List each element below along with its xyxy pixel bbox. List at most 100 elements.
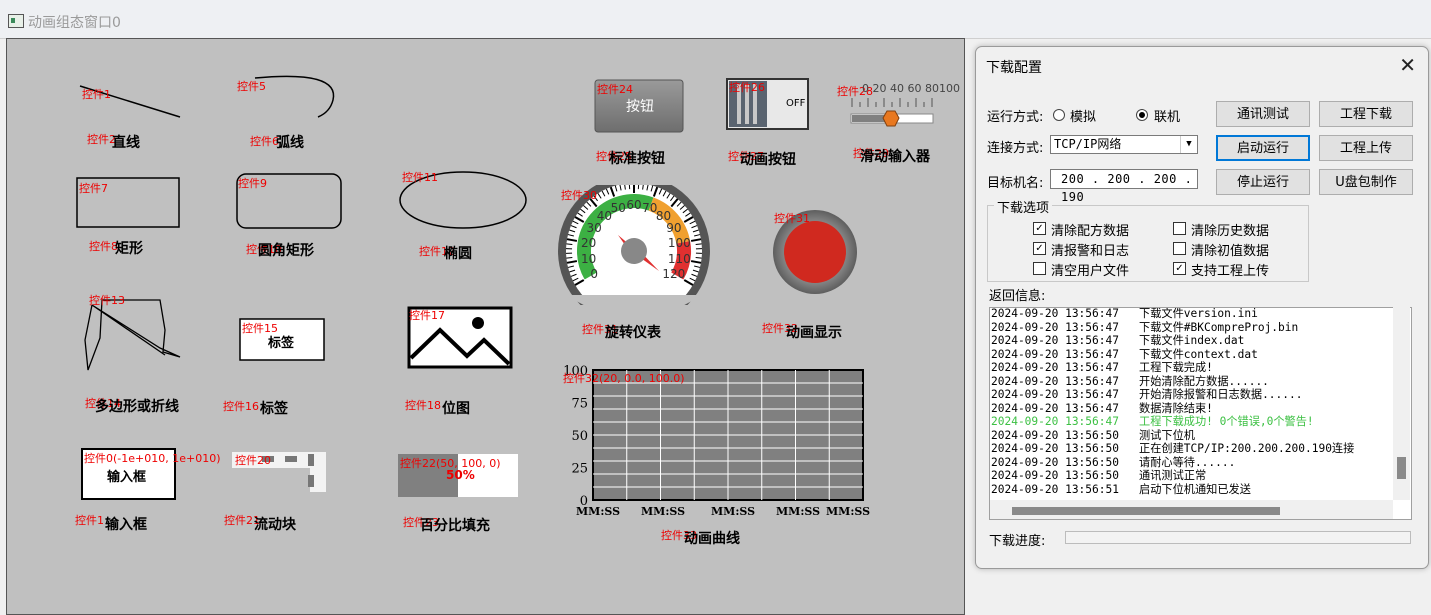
trend-caption: 动画曲线 <box>684 531 740 547</box>
trend-y-tick-label: 75 <box>571 397 588 412</box>
download-options-title: 下载选项 <box>994 197 1053 216</box>
trend-x-tick-label: MM:SS <box>641 505 685 518</box>
slider-tick-labels: 0 20 40 60 80100 <box>862 82 960 95</box>
slider-thumb[interactable] <box>882 110 900 127</box>
rect-caption: 矩形 <box>115 241 143 257</box>
ellipse-caption: 椭圆 <box>444 246 472 262</box>
log-row: 2024-09-20 13:56:50 通讯测试正常 <box>991 469 1206 483</box>
arc-shape[interactable] <box>254 75 335 118</box>
dialog-title: 下载配置 <box>986 60 1042 76</box>
radio-online[interactable] <box>1136 109 1148 121</box>
target-ip-input[interactable]: 200 . 200 . 200 . 190 <box>1050 169 1198 204</box>
log-row: 2024-09-20 13:56:47 下载文件index.dat <box>991 334 1244 348</box>
comm-test-button[interactable]: 通讯测试 <box>1216 101 1310 127</box>
option-checkbox[interactable] <box>1033 262 1046 275</box>
log-row: 2024-09-20 13:56:50 正在创建TCP/IP:200.200.20… <box>991 442 1354 456</box>
chevron-down-icon[interactable]: ▼ <box>1180 136 1197 153</box>
log-time: 2024-09-20 13:56:47 <box>991 401 1119 415</box>
log-horizontal-scroll-thumb[interactable] <box>1012 507 1280 515</box>
option-checkbox[interactable] <box>1173 222 1186 235</box>
project-download-button[interactable]: 工程下载 <box>1319 101 1413 127</box>
input-caption: 输入框 <box>105 517 147 533</box>
std-button-caption: 标准按钮 <box>609 151 665 167</box>
log-time: 2024-09-20 13:56:47 <box>991 320 1119 334</box>
gauge-tick-label: 90 <box>666 221 681 235</box>
slider-ticks <box>851 98 933 107</box>
return-info-log[interactable]: 2024-09-20 13:56:47 下载文件version.ini 2024-0… <box>989 307 1412 520</box>
trend-x-tick-label: MM:SS <box>826 505 870 518</box>
log-row: 2024-09-20 13:56:47 下载文件context.dat <box>991 348 1258 362</box>
polygon-caption: 多边形或折线 <box>95 399 179 415</box>
trend-chart[interactable]: 0255075100 MM:SS MM:SS MM:SS MM:SS MM:SS <box>555 365 875 525</box>
log-row: 2024-09-20 13:56:47 下载文件version.ini <box>991 307 1258 321</box>
log-message: 开始清除报警和日志数据...... <box>1139 388 1303 401</box>
log-row: 2024-09-20 13:56:47 工程下载成功! 0个错误,0个警告! <box>991 415 1314 429</box>
tag-control-id: 控件16 <box>223 400 259 413</box>
project-upload-button[interactable]: 工程上传 <box>1319 135 1413 161</box>
anim-button-caption: 动画按钮 <box>740 152 796 168</box>
log-row: 2024-09-20 13:56:47 开始清除报警和日志数据...... <box>991 388 1302 402</box>
gauge-tick <box>566 243 573 246</box>
anim-button-control-label: 控件26 <box>729 81 765 94</box>
close-icon[interactable]: ✕ <box>1399 53 1416 77</box>
option-checkbox[interactable]: ✓ <box>1033 222 1046 235</box>
radio-online-label[interactable]: 联机 <box>1154 106 1180 125</box>
progress-label: 下载进度: <box>989 534 1046 549</box>
log-time: 2024-09-20 13:56:47 <box>991 361 1119 374</box>
lamp-light[interactable] <box>784 221 846 283</box>
option-label[interactable]: 支持工程上传 <box>1191 260 1269 279</box>
gauge-tick-label: 60 <box>626 198 641 212</box>
bitmap-sun <box>472 317 484 329</box>
option-label[interactable]: 清除历史数据 <box>1191 220 1269 239</box>
log-time: 2024-09-20 13:56:50 <box>991 442 1119 455</box>
start-run-button[interactable]: 启动运行 <box>1216 135 1310 161</box>
tag-text: 标签 <box>268 336 295 351</box>
rounded-rect-control-label: 控件9 <box>238 177 267 190</box>
conn-select[interactable]: TCP/IP网络 ▼ <box>1050 135 1198 154</box>
conn-label: 连接方式: <box>987 141 1044 156</box>
rotary-gauge[interactable]: 01020304050 60 708090100110120 <box>555 185 715 315</box>
run-mode-label: 运行方式: <box>987 110 1044 125</box>
option-checkbox[interactable]: ✓ <box>1173 262 1186 275</box>
radio-simulate-label[interactable]: 模拟 <box>1070 106 1096 125</box>
log-time: 2024-09-20 13:56:47 <box>991 307 1119 320</box>
log-time: 2024-09-20 13:56:50 <box>991 455 1119 469</box>
line-caption: 直线 <box>112 135 140 151</box>
gauge-tick-label: 50 <box>611 201 626 215</box>
polyline-shape[interactable] <box>84 299 181 371</box>
download-progress-bar <box>1065 531 1411 544</box>
log-message: 请耐心等待...... <box>1139 455 1236 469</box>
log-row: 2024-09-20 13:56:47 工程下载完成! <box>991 361 1213 375</box>
log-row: 2024-09-20 13:56:47 下载文件#BKCompreProj.bin <box>991 321 1298 335</box>
arc-control-id: 控件6 <box>250 135 279 148</box>
stop-run-button[interactable]: 停止运行 <box>1216 169 1310 195</box>
option-label[interactable]: 清空用户文件 <box>1051 260 1129 279</box>
trend-x-tick-label: MM:SS <box>576 505 620 518</box>
option-label[interactable]: 清除配方数据 <box>1051 220 1129 239</box>
conn-select-value: TCP/IP网络 <box>1054 137 1122 151</box>
log-row: 2024-09-20 13:56:47 数据清除结束! <box>991 402 1213 416</box>
log-time: 2024-09-20 13:56:47 <box>991 374 1119 388</box>
gauge-tick <box>566 256 573 259</box>
option-label[interactable]: 清报警和日志 <box>1051 240 1129 259</box>
radio-simulate[interactable] <box>1053 109 1065 121</box>
tag-caption: 标签 <box>260 401 288 417</box>
option-label[interactable]: 清除初值数据 <box>1191 240 1269 259</box>
usb-pack-button[interactable]: U盘包制作 <box>1319 169 1413 195</box>
std-button-text[interactable]: 按钮 <box>626 96 654 116</box>
log-message: 下载文件index.dat <box>1139 334 1245 347</box>
log-message: 正在创建TCP/IP:200.200.200.190连接 <box>1139 442 1355 455</box>
anim-button-text[interactable]: OFF <box>786 98 805 109</box>
arc-caption: 弧线 <box>276 135 304 151</box>
trend-control-label: 控件32(20, 0.0, 100.0) <box>563 372 685 385</box>
gauge-tick-label: 0 <box>590 267 598 281</box>
log-message: 工程下载完成! <box>1139 361 1213 374</box>
input-box-text[interactable]: 输入框 <box>107 466 146 485</box>
option-checkbox[interactable]: ✓ <box>1033 242 1046 255</box>
option-checkbox[interactable] <box>1173 242 1186 255</box>
log-vertical-scroll-thumb[interactable] <box>1397 457 1406 479</box>
log-time: 2024-09-20 13:56:51 <box>991 482 1119 496</box>
bitmap-control-id: 控件18 <box>405 399 441 412</box>
log-time: 2024-09-20 13:56:47 <box>991 415 1119 428</box>
log-time: 2024-09-20 13:56:47 <box>991 388 1119 401</box>
